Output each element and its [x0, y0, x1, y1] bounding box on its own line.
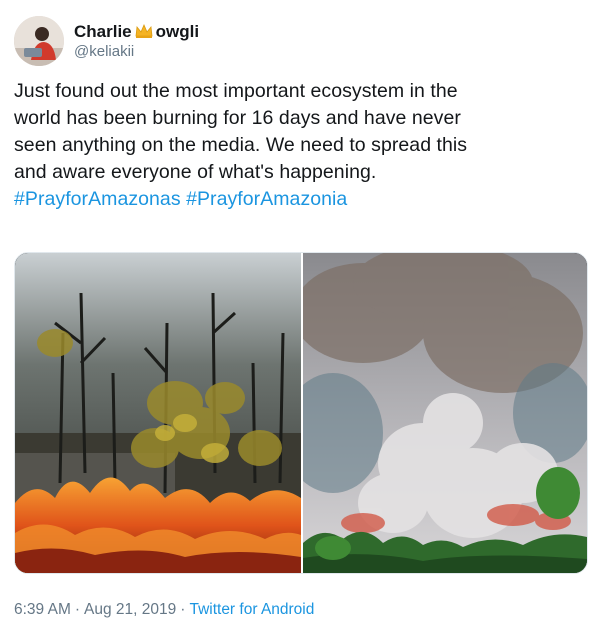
display-name-suffix: owgli [155, 21, 200, 41]
burnt-forest-with-fire-photo[interactable] [15, 253, 301, 573]
tweet-card: Charlie owgli @keliakii Just found out t… [0, 0, 600, 628]
user-handle[interactable]: @keliakii [74, 43, 199, 60]
tweet-source-link[interactable]: Twitter for Android [189, 601, 314, 618]
tweet-text-line: Just found out the most important ecosys… [14, 80, 458, 102]
tweet-text-line: seen anything on the media. We need to s… [14, 134, 468, 156]
forest-fire-smoke-photo[interactable] [283, 253, 587, 573]
tweet-header: Charlie owgli @keliakii [14, 14, 199, 68]
tweet-date[interactable]: Aug 21, 2019 [84, 601, 176, 618]
tweet-text-line: and aware everyone of what's happening. [14, 161, 377, 183]
tweet-text-line: world has been burning for 16 days and h… [14, 107, 461, 129]
tweet-meta: 6:39 AM · Aug 21, 2019 · Twitter for Android [14, 601, 314, 619]
display-name[interactable]: Charlie owgli [74, 22, 199, 42]
display-name-prefix: Charlie [74, 21, 132, 41]
tweet-text: Just found out the most important ecosys… [14, 78, 589, 213]
hashtag-link[interactable]: #PrayforAmazonas [14, 188, 181, 210]
meta-separator: · [74, 601, 81, 618]
tweet-time[interactable]: 6:39 AM [14, 601, 71, 618]
tweet-hashtags: #PrayforAmazonas #PrayforAmazonia [14, 186, 589, 213]
avatar[interactable] [14, 16, 64, 66]
crown-emoji-icon [134, 23, 154, 39]
tweet-media [14, 252, 588, 574]
hashtag-link[interactable]: #PrayforAmazonia [186, 188, 347, 210]
meta-separator: · [180, 601, 186, 618]
